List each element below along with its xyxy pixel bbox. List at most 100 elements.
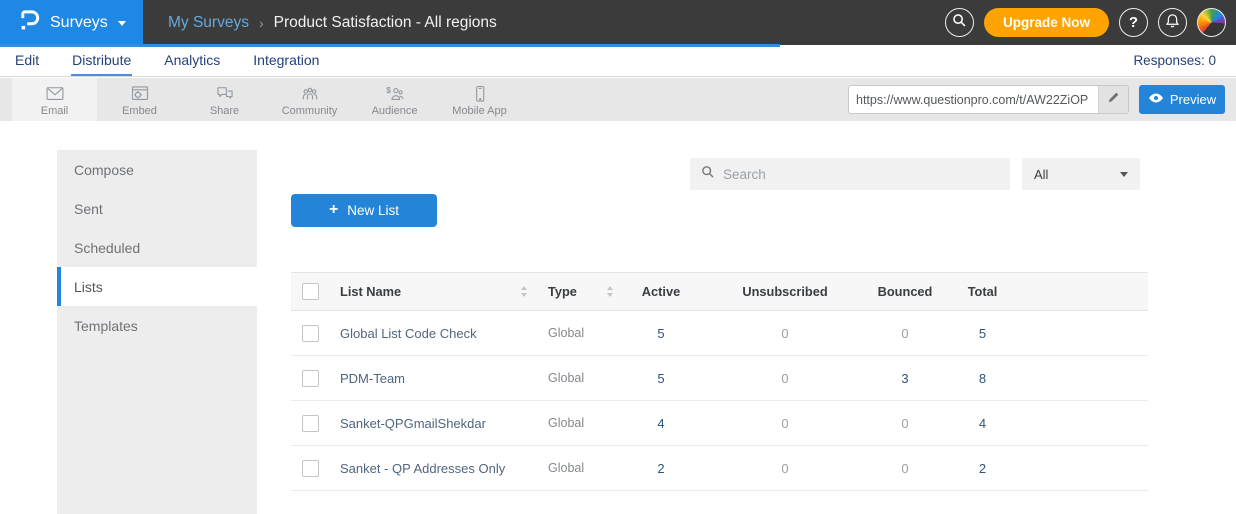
channel-label: Audience: [372, 105, 418, 117]
row-checkbox[interactable]: [302, 415, 319, 432]
sidebar-item-label: Compose: [74, 162, 134, 178]
email-icon: [44, 83, 66, 104]
nav-tab[interactable]: Integration: [252, 44, 320, 76]
question-mark-icon: ?: [1129, 14, 1138, 31]
unsubscribed-count[interactable]: 0: [700, 416, 870, 431]
table-row[interactable]: PDM-Team Global 5 0 3 8: [291, 356, 1148, 401]
chevron-down-icon: [118, 21, 126, 26]
filter-value: All: [1034, 167, 1048, 182]
channel-tab[interactable]: Embed: [97, 78, 182, 121]
toolbar-right: Preview: [848, 85, 1225, 114]
bell-icon: [1165, 13, 1180, 33]
sort-icon[interactable]: [520, 285, 528, 298]
channel-tab[interactable]: Share: [182, 78, 267, 121]
table-body: Global List Code Check Global 5 0 0 5 PD…: [291, 311, 1148, 491]
active-count[interactable]: 5: [622, 371, 700, 386]
active-count[interactable]: 4: [622, 416, 700, 431]
channel-tab[interactable]: Email: [12, 78, 97, 121]
total-count[interactable]: 5: [940, 326, 1025, 341]
new-list-label: New List: [347, 203, 399, 218]
header-total: Total: [940, 284, 1025, 299]
nav-tab[interactable]: Analytics: [163, 44, 221, 76]
channel-tab[interactable]: Mobile App: [437, 78, 522, 121]
unsubscribed-count[interactable]: 0: [700, 371, 870, 386]
community-icon: [299, 83, 321, 104]
row-checkbox[interactable]: [302, 460, 319, 477]
responses-count: Responses: 0: [1133, 53, 1222, 68]
total-count[interactable]: 8: [940, 371, 1025, 386]
list-name-link[interactable]: Sanket-QPGmailShekdar: [340, 416, 486, 431]
channel-label: Share: [210, 105, 239, 117]
channel-label: Mobile App: [452, 105, 506, 117]
sidebar-item[interactable]: Templates: [57, 306, 257, 345]
distribute-toolbar: Email Embed Share Community $ Audience M…: [0, 78, 1236, 121]
bounced-count[interactable]: 0: [870, 326, 940, 341]
active-count[interactable]: 2: [622, 461, 700, 476]
preview-button[interactable]: Preview: [1139, 85, 1225, 114]
nav-tab[interactable]: Edit: [14, 44, 40, 76]
sort-icon[interactable]: [606, 285, 614, 298]
header-bounced: Bounced: [870, 284, 940, 299]
list-search: [690, 158, 1010, 190]
total-count[interactable]: 2: [940, 461, 1025, 476]
breadcrumb: My Surveys › Product Satisfaction - All …: [168, 14, 497, 32]
header-list-name: List Name: [340, 284, 401, 299]
row-checkbox[interactable]: [302, 325, 319, 342]
progress-line: [0, 44, 780, 47]
upgrade-button[interactable]: Upgrade Now: [984, 8, 1109, 37]
sidebar-item[interactable]: Lists: [57, 267, 257, 306]
new-list-button[interactable]: + New List: [291, 194, 437, 227]
table-row[interactable]: Global List Code Check Global 5 0 0 5: [291, 311, 1148, 356]
breadcrumb-survey-title: Product Satisfaction - All regions: [274, 14, 497, 32]
unsubscribed-count[interactable]: 0: [700, 461, 870, 476]
sidebar-item[interactable]: Scheduled: [57, 228, 257, 267]
help-button[interactable]: ?: [1119, 8, 1148, 37]
plus-icon: +: [329, 201, 338, 219]
survey-tabs: Edit Distribute Analytics Integration: [14, 45, 351, 76]
bounced-count[interactable]: 0: [870, 416, 940, 431]
pencil-icon: [1107, 91, 1120, 109]
topbar-actions: Upgrade Now ?: [945, 8, 1226, 37]
survey-nav: Edit Distribute Analytics Integration Re…: [0, 45, 1236, 77]
chevron-down-icon: [1120, 172, 1128, 177]
bounced-count[interactable]: 3: [870, 371, 940, 386]
breadcrumb-separator: ›: [259, 15, 264, 31]
channel-tab[interactable]: $ Audience: [352, 78, 437, 121]
breadcrumb-my-surveys[interactable]: My Surveys: [168, 14, 249, 32]
search-input[interactable]: [723, 167, 999, 182]
row-checkbox[interactable]: [302, 370, 319, 387]
search-button[interactable]: [945, 8, 974, 37]
list-name-link[interactable]: Sanket - QP Addresses Only: [340, 461, 505, 476]
sidebar-item[interactable]: Compose: [57, 150, 257, 189]
table-row[interactable]: Sanket - QP Addresses Only Global 2 0 0 …: [291, 446, 1148, 491]
search-icon: [701, 165, 715, 184]
list-type: Global: [548, 416, 584, 430]
eye-icon: [1148, 92, 1164, 107]
sidebar-item-label: Lists: [74, 279, 103, 295]
table-header-row: List Name Type Active Unsubscribed Bounc…: [291, 272, 1148, 311]
table-row[interactable]: Sanket-QPGmailShekdar Global 4 0 0 4: [291, 401, 1148, 446]
sidebar-item[interactable]: Sent: [57, 189, 257, 228]
nav-tab[interactable]: Distribute: [71, 44, 132, 76]
survey-url-input[interactable]: [849, 93, 1098, 107]
edit-url-button[interactable]: [1098, 86, 1128, 113]
channel-tab[interactable]: Community: [267, 78, 352, 121]
notifications-button[interactable]: [1158, 8, 1187, 37]
active-count[interactable]: 5: [622, 326, 700, 341]
avatar[interactable]: [1197, 8, 1226, 37]
share-icon: [214, 83, 236, 104]
list-filter-dropdown[interactable]: All: [1022, 158, 1140, 190]
header-type: Type: [548, 284, 577, 299]
app-switcher[interactable]: Surveys: [0, 0, 143, 45]
channel-label: Embed: [122, 105, 157, 117]
unsubscribed-count[interactable]: 0: [700, 326, 870, 341]
audience-icon: $: [384, 83, 406, 104]
preview-label: Preview: [1170, 92, 1216, 107]
bounced-count[interactable]: 0: [870, 461, 940, 476]
select-all-checkbox[interactable]: [302, 283, 319, 300]
list-name-link[interactable]: PDM-Team: [340, 371, 405, 386]
list-name-link[interactable]: Global List Code Check: [340, 326, 477, 341]
email-sidebar: Compose Sent Scheduled Lists Templates: [57, 150, 257, 514]
header-active: Active: [622, 284, 700, 299]
total-count[interactable]: 4: [940, 416, 1025, 431]
